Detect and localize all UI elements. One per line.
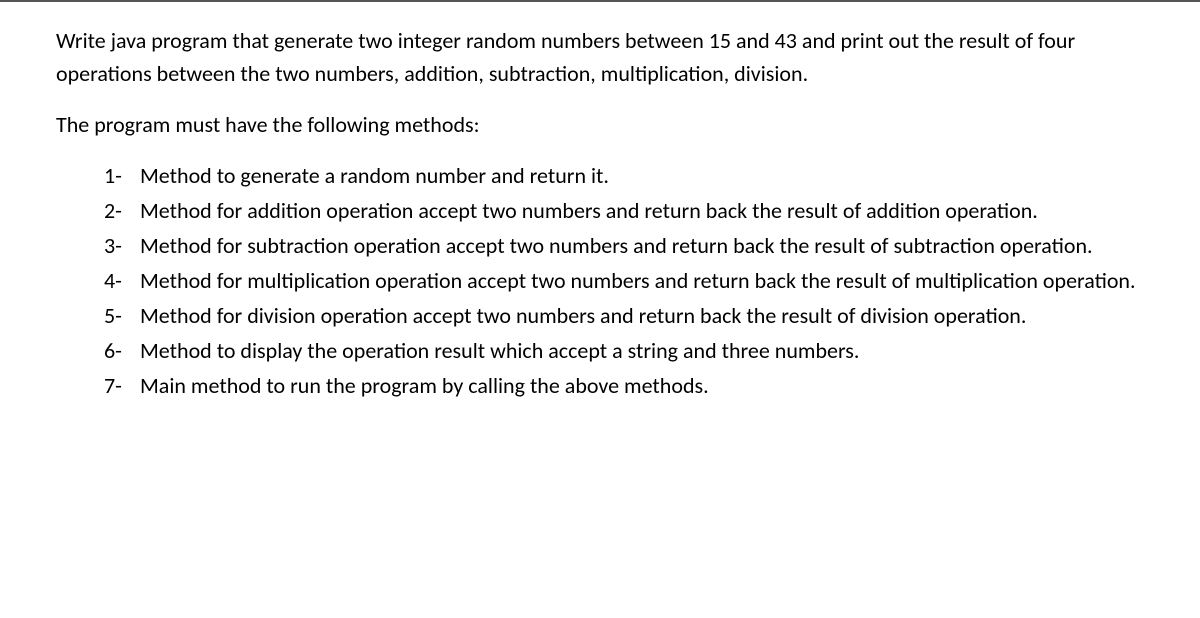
list-text: Method to generate a random number and r…	[140, 159, 1144, 192]
list-item: 5- Method for division operation accept …	[104, 299, 1144, 332]
list-text: Method for addition operation accept two…	[140, 194, 1144, 227]
list-item: 4- Method for multiplication operation a…	[104, 264, 1144, 297]
list-number: 6-	[104, 334, 140, 367]
list-item: 6- Method to display the operation resul…	[104, 334, 1144, 367]
list-text: Method to display the operation result w…	[140, 334, 1144, 367]
list-text: Method for division operation accept two…	[140, 299, 1144, 332]
list-text: Main method to run the program by callin…	[140, 369, 1144, 402]
list-number: 1-	[104, 159, 140, 192]
list-number: 7-	[104, 369, 140, 402]
list-item: 2- Method for addition operation accept …	[104, 194, 1144, 227]
assignment-intro: Write java program that generate two int…	[56, 24, 1144, 90]
list-number: 3-	[104, 229, 140, 262]
methods-list: 1- Method to generate a random number an…	[56, 159, 1144, 402]
list-item: 1- Method to generate a random number an…	[104, 159, 1144, 192]
methods-heading: The program must have the following meth…	[56, 108, 1144, 141]
list-item: 7- Main method to run the program by cal…	[104, 369, 1144, 402]
list-text: Method for subtraction operation accept …	[140, 229, 1144, 262]
list-number: 5-	[104, 299, 140, 332]
list-text: Method for multiplication operation acce…	[140, 264, 1144, 297]
list-item: 3- Method for subtraction operation acce…	[104, 229, 1144, 262]
list-number: 4-	[104, 264, 140, 297]
list-number: 2-	[104, 194, 140, 227]
